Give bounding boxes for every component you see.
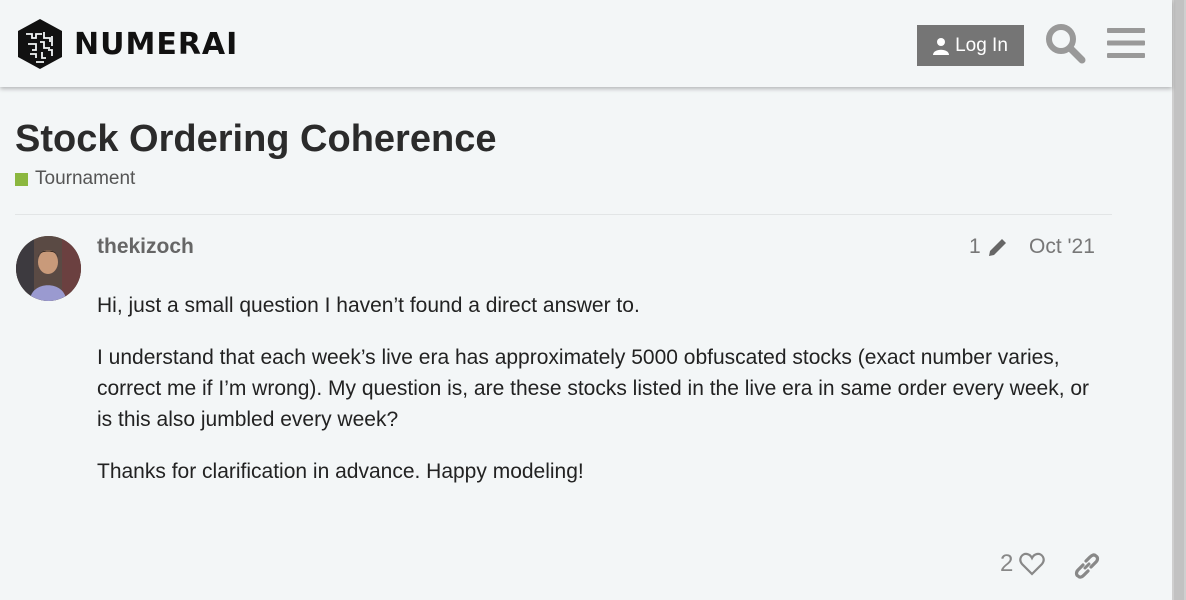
category-label: Tournament xyxy=(35,168,136,189)
user-icon xyxy=(933,37,950,55)
link-icon[interactable] xyxy=(1073,552,1101,580)
post-paragraph: I understand that each week’s live era h… xyxy=(97,346,1090,431)
post-paragraph: Thanks for clarification in advance. Hap… xyxy=(97,460,584,483)
category-badge[interactable]: Tournament xyxy=(15,168,135,190)
post-body: Hi, just a small question I haven’t foun… xyxy=(97,290,1102,508)
login-label: Log In xyxy=(955,34,1008,56)
site-header: NUMERAI Log In xyxy=(0,0,1172,87)
post-paragraph: Hi, just a small question I haven’t foun… xyxy=(97,294,640,317)
topic-title[interactable]: Stock Ordering Coherence xyxy=(15,118,496,161)
login-button[interactable]: Log In xyxy=(917,25,1024,66)
scrollbar-thumb[interactable] xyxy=(1174,0,1184,600)
hamburger-menu-icon[interactable] xyxy=(1107,26,1145,60)
category-color-swatch xyxy=(15,172,28,186)
avatar-image xyxy=(16,236,81,301)
post-username[interactable]: thekizoch xyxy=(97,235,194,259)
brand-name: NUMERAI xyxy=(74,26,239,62)
search-icon[interactable] xyxy=(1044,22,1086,64)
page-scrollbar[interactable] xyxy=(1172,0,1186,600)
like-count: 2 xyxy=(1000,550,1014,577)
like-button[interactable]: 2 xyxy=(1000,550,1046,578)
edit-count: 1 xyxy=(969,235,981,258)
post-date[interactable]: Oct '21 xyxy=(1029,235,1095,259)
heart-icon xyxy=(1019,552,1046,576)
edit-history[interactable]: 1 xyxy=(969,235,1009,259)
pencil-icon xyxy=(988,237,1008,256)
topic-divider xyxy=(15,214,1112,215)
site-logo[interactable]: NUMERAI xyxy=(16,18,238,70)
avatar[interactable] xyxy=(16,236,81,301)
numerai-logo-icon xyxy=(18,19,62,69)
